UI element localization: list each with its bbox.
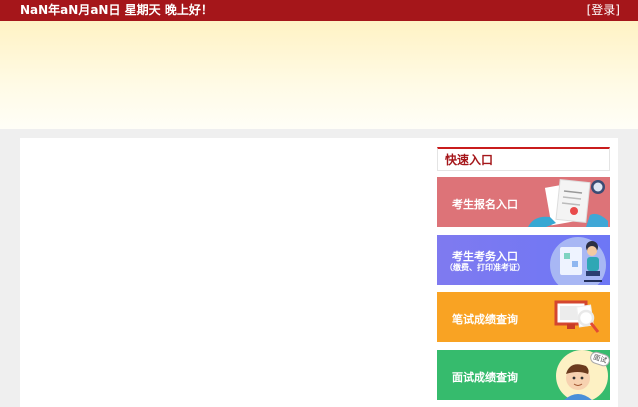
registration-illustration-icon: [528, 178, 608, 227]
interview-score-entry-label: 面试成绩查询: [452, 371, 518, 384]
header-banner: [0, 21, 638, 129]
login-link[interactable]: [登录]: [587, 0, 620, 21]
exam-affairs-entry-sublabel: （缴费、打印准考证）: [445, 263, 525, 272]
written-score-entry-button[interactable]: 笔试成绩查询: [437, 292, 610, 342]
written-score-illustration-icon: [554, 300, 600, 333]
top-bar: NaN年aN月aN日 星期天 晚上好！ [登录]: [0, 0, 638, 21]
registration-entry-button[interactable]: 考生报名入口: [437, 177, 610, 227]
registration-entry-label: 考生报名入口: [452, 198, 518, 211]
quick-entry-title: 快速入口: [445, 153, 494, 167]
quick-entry-header: 快速入口: [437, 147, 610, 171]
exam-affairs-entry-button[interactable]: 考生考务入口 （缴费、打印准考证）: [437, 235, 610, 285]
date-greeting: NaN年aN月aN日 星期天 晚上好！: [20, 3, 213, 17]
exam-affairs-illustration-icon: [550, 237, 606, 285]
interview-score-entry-button[interactable]: 面试成绩查询 面试: [437, 350, 610, 400]
written-score-entry-label: 笔试成绩查询: [452, 313, 518, 326]
